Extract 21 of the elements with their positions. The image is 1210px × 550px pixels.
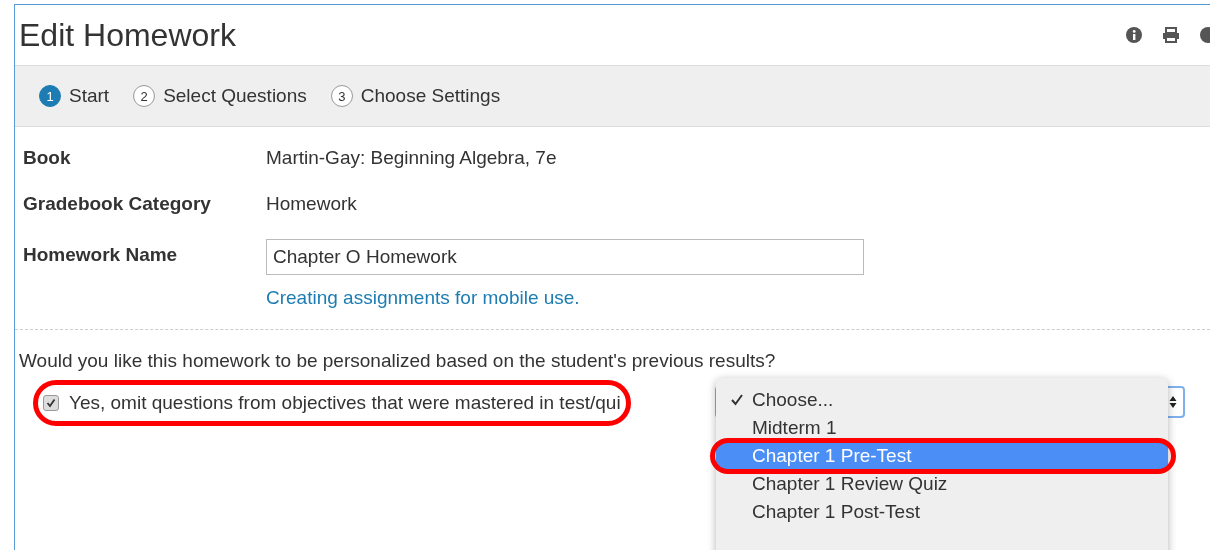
menu-item[interactable]: Midterm 1 (716, 414, 1168, 442)
menu-item[interactable]: Chapter 1 Post-Test (716, 498, 1168, 526)
field-label: Homework Name (23, 243, 179, 267)
checkbox[interactable] (43, 395, 59, 411)
option-label[interactable]: Yes, omit questions from objectives that were mastered in test/qui (69, 392, 621, 414)
help-link[interactable]: Creating assignments for mobile use. (266, 287, 864, 309)
field-value: Homework (266, 193, 357, 215)
step-tab[interactable]: 2 Select Questions (133, 85, 307, 107)
question-text: Would you like this homework to be personalized based on the student's previous results? (19, 350, 777, 372)
menu-item[interactable]: Chapter 1 Review Quiz (716, 470, 1168, 498)
info-icon[interactable] (1126, 27, 1142, 43)
check-icon (730, 393, 744, 407)
menu-item[interactable]: Choose... (716, 386, 1168, 414)
print-icon[interactable] (1162, 27, 1180, 43)
field-label: Book (23, 147, 72, 169)
homework-name-field[interactable]: Chapter O Homework (266, 239, 864, 275)
step-tab[interactable]: 3 Choose Settings (330, 85, 501, 107)
page-title: Edit Homework (19, 16, 236, 54)
field-label: Gradebook Category (23, 193, 212, 215)
step-tab[interactable]: 1 Start (39, 85, 110, 107)
field-value: Martin-Gay: Beginning Algebra, 7e (266, 147, 557, 169)
